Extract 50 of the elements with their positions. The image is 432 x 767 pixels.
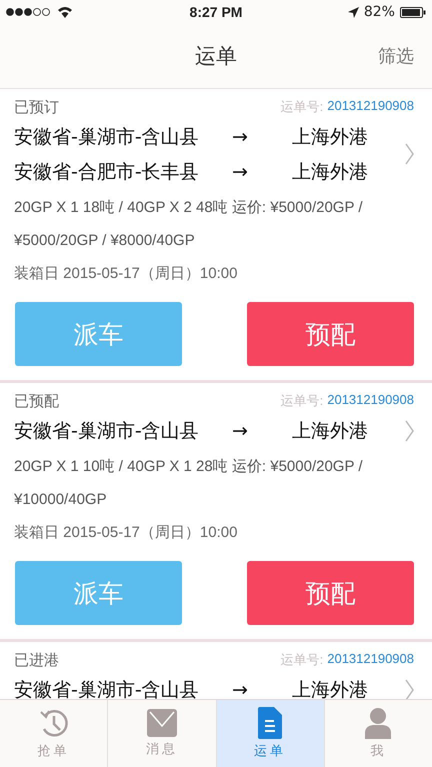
order-number: 201312190908 [327,392,414,409]
preassign-button[interactable]: 预配 [247,561,414,625]
order-number-label: 运单号: [280,98,324,116]
route-origin: 安徽省-合肥市-长丰县 [14,160,200,184]
order-status: 已预配 [14,392,59,410]
person-icon [365,707,392,739]
dispatch-button[interactable]: 派车 [15,302,182,366]
cargo-and-price: 20GP X 1 18吨 / 40GP X 2 48吨 运价: ¥5000/20GP / ¥5000/20GP / ¥8000/40GP [14,198,364,251]
battery-percent: 82% [364,4,395,20]
route-destination: 上海外港 [292,418,368,444]
filter-button[interactable]: 筛选 [378,44,414,68]
tab-item[interactable]: 运单 [216,700,324,767]
order-status: 已进港 [14,650,59,670]
order-number-label: 运单号: [280,651,324,669]
mail-icon [146,709,177,737]
document-icon [258,707,282,739]
preassign-button[interactable]: 预配 [247,302,414,366]
loading-date: 装箱日 2015-05-17（周日）10:00 [14,264,238,284]
chevron-right-icon [405,143,414,165]
signal-icon [6,8,52,16]
order-card[interactable]: 已预订 运单号: 201312190908 安徽省-巢湖市-含山县 → 上海外港 安徽省-合肥市-长丰县 → 上海外港 20GP X 1 18吨 / 40GP X 2 48吨 运价: ¥5000/20GP / ¥5000/20GP / ¥8000/40GP 装箱日 2015-05-17（周日）10:00 派车 预配 [0,89,432,383]
dispatch-button[interactable]: 派车 [15,561,182,625]
tab-item[interactable]: 抢单 [0,700,108,767]
location-icon [348,6,359,18]
tab-item[interactable]: 消息 [107,700,216,767]
order-card[interactable]: 已预配 运单号: 201312190908 安徽省-巢湖市-含山县 → 上海外港 20GP X 1 10吨 / 40GP X 1 28吨 运价: ¥5000/20GP / ¥10000/40GP 装箱日 2015-05-17（周日）10:00 派车 预配 [0,383,432,642]
route-origin: 安徽省-巢湖市-含山县 [14,418,200,444]
order-number: 201312190908 [327,98,414,115]
chevron-right-icon [405,420,414,442]
route-origin: 安徽省-巢湖市-含山县 [14,124,200,150]
cargo-and-price: 20GP X 1 10吨 / 40GP X 1 28吨 运价: ¥5000/20GP / ¥10000/40GP [14,457,364,510]
route-arrow: → [232,420,249,442]
route-origin: 安徽省-巢湖市-含山县 [14,678,200,699]
loading-date: 装箱日 2015-05-17（周日）10:00 [14,523,238,543]
clock-icon [38,707,69,739]
route-arrow: → [232,160,249,182]
route-arrow: → [232,678,249,699]
chevron-right-icon [405,678,414,699]
page-title: 运单 [195,43,237,70]
order-number-label: 运单号: [280,392,324,410]
route-destination: 上海外港 [292,124,368,150]
order-number: 201312190908 [327,651,414,668]
status-time: 8:27 PM [190,4,242,20]
route-destination: 上海外港 [292,160,368,184]
route-destination: 上海外港 [292,678,368,699]
wifi-icon [57,6,73,18]
tab-item[interactable]: 我 [324,700,432,767]
battery-icon [400,6,426,18]
order-status: 已预订 [14,98,59,116]
route-arrow: → [232,126,249,148]
